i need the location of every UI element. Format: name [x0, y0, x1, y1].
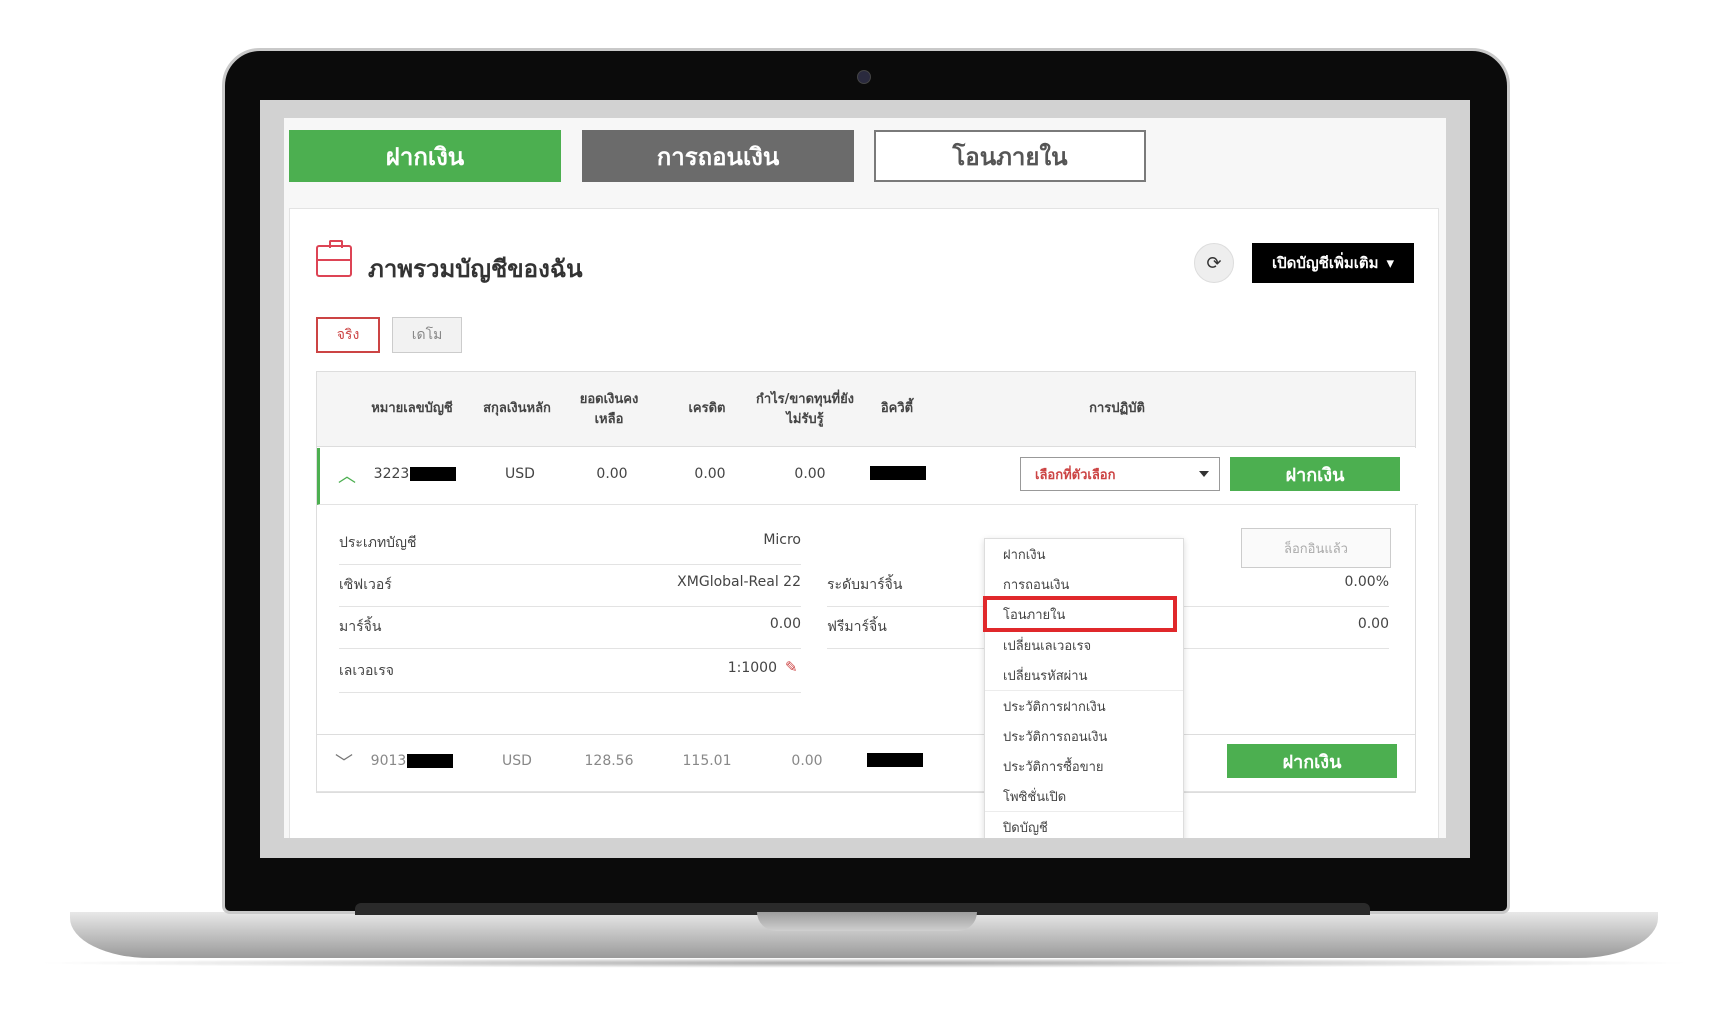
- chevron-down-icon[interactable]: ﹀: [335, 749, 353, 775]
- action-select-value: เลือกที่ตัวเลือก: [1035, 467, 1116, 483]
- margin-value: 0.00: [769, 616, 801, 632]
- caret-down-icon: ▾: [1386, 254, 1395, 272]
- menu-item-deposit[interactable]: ฝากเงิน: [985, 539, 1183, 569]
- camera-icon: [857, 70, 871, 84]
- menu-item-deposit-history[interactable]: ประวัติการฝากเงิน: [985, 691, 1183, 721]
- menu-item-change-password[interactable]: เปลี่ยนรหัสผ่าน: [985, 660, 1183, 690]
- tab-deposit[interactable]: ฝากเงิน: [289, 130, 561, 182]
- screen-content: ฝากเงิน การถอนเงิน โอนภายใน ภาพรวมบัญชีข…: [284, 118, 1446, 838]
- col-pnl: กำไร/ขาดทุนที่ยังไม่รับรู้: [755, 392, 855, 427]
- leverage-value: 1:1000: [727, 660, 777, 676]
- menu-item-change-leverage[interactable]: เปลี่ยนเลเวอเรจ: [985, 630, 1183, 660]
- laptop-notch: [757, 912, 977, 931]
- menu-item-trade-history[interactable]: ประวัติการซื้อขาย: [985, 751, 1183, 781]
- account-number: 9013: [367, 753, 457, 769]
- pencil-icon[interactable]: ✎: [785, 658, 798, 676]
- laptop-shadow: [30, 958, 1698, 968]
- account-overview-panel: ภาพรวมบัญชีของฉัน ⟳ เปิดบัญชีเพิ่มเติม ▾…: [289, 208, 1439, 838]
- menu-item-withdraw[interactable]: การถอนเงิน: [985, 569, 1183, 599]
- account-type-value: Micro: [763, 532, 801, 548]
- col-equity: อิควิตี้: [880, 401, 914, 416]
- highlight-box: [983, 596, 1177, 632]
- balance: 128.56: [584, 753, 634, 769]
- margin-label: มาร์จิ้น: [339, 619, 382, 635]
- action-select[interactable]: เลือกที่ตัวเลือก: [1020, 457, 1220, 491]
- currency: USD: [502, 753, 532, 769]
- refresh-button[interactable]: ⟳: [1194, 243, 1234, 283]
- menu-item-open-positions[interactable]: โพซิชั่นเปิด: [985, 781, 1183, 811]
- table-row[interactable]: ﹀ 9013 USD 128.56 115.01 0.00 ฝากเงิน: [317, 734, 1415, 792]
- col-currency: สกุลเงินหลัก: [483, 401, 551, 416]
- equity-redacted: [867, 753, 923, 767]
- equity-redacted: [870, 466, 926, 480]
- col-balance: ยอดเงินคงเหลือ: [579, 392, 639, 427]
- chevron-up-icon[interactable]: ︿: [338, 462, 356, 488]
- open-more-accounts-button[interactable]: เปิดบัญชีเพิ่มเติม ▾: [1252, 243, 1414, 283]
- col-account: หมายเลขบัญชี: [371, 401, 453, 416]
- deposit-button[interactable]: ฝากเงิน: [1230, 457, 1400, 491]
- accounts-table: หมายเลขบัญชี สกุลเงินหลัก ยอดเงินคงเหลือ…: [316, 371, 1418, 793]
- margin-level-label: ระดับมาร์จิ้น: [827, 577, 903, 593]
- deposit-button[interactable]: ฝากเงิน: [1227, 744, 1397, 778]
- col-actions: การปฏิบัติ: [1089, 401, 1145, 416]
- table-row[interactable]: ︿ 3223 USD 0.00 0.00 0.00 เลือกที่ตัวเลื…: [317, 448, 1418, 505]
- tab-transfer[interactable]: โอนภายใน: [874, 130, 1146, 182]
- account-details: ประเภทบัญชี Micro เซิฟเวอร์ XMGlobal-Rea…: [317, 504, 1415, 734]
- page-title: ภาพรวมบัญชีของฉัน: [368, 255, 583, 283]
- currency: USD: [505, 466, 535, 482]
- free-margin-value: 0.00: [1357, 616, 1389, 632]
- toggle-demo[interactable]: เดโม: [392, 317, 462, 353]
- leverage-label: เลเวอเรจ: [339, 663, 394, 679]
- briefcase-icon: [316, 240, 352, 277]
- menu-item-withdraw-history[interactable]: ประวัติการถอนเงิน: [985, 721, 1183, 751]
- menu-item-close-account[interactable]: ปิดบัญชี: [985, 812, 1183, 838]
- col-credit: เครดิต: [688, 401, 726, 416]
- logged-in-button[interactable]: ล็อกอินแล้ว: [1241, 528, 1391, 568]
- table-header: หมายเลขบัญชี สกุลเงินหลัก ยอดเงินคงเหลือ…: [317, 372, 1415, 447]
- open-more-label: เปิดบัญชีเพิ่มเติม: [1271, 254, 1379, 272]
- tab-withdraw[interactable]: การถอนเงิน: [582, 130, 854, 182]
- refresh-icon: ⟳: [1206, 252, 1222, 274]
- server-label: เซิฟเวอร์: [339, 577, 392, 593]
- server-value: XMGlobal-Real 22: [677, 574, 801, 590]
- credit: 0.00: [694, 466, 726, 482]
- toggle-real[interactable]: จริง: [316, 317, 380, 353]
- margin-level-value: 0.00%: [1344, 574, 1389, 590]
- pnl: 0.00: [794, 466, 826, 482]
- account-number: 3223: [370, 466, 460, 482]
- credit: 115.01: [682, 753, 732, 769]
- account-type-label: ประเภทบัญชี: [339, 535, 417, 551]
- free-margin-label: ฟรีมาร์จิ้น: [827, 619, 887, 635]
- chevron-down-icon: [1199, 471, 1209, 477]
- pnl: 0.00: [791, 753, 823, 769]
- action-dropdown-menu: ฝากเงิน การถอนเงิน โอนภายใน เปลี่ยนเลเวอ…: [983, 538, 1184, 838]
- balance: 0.00: [596, 466, 628, 482]
